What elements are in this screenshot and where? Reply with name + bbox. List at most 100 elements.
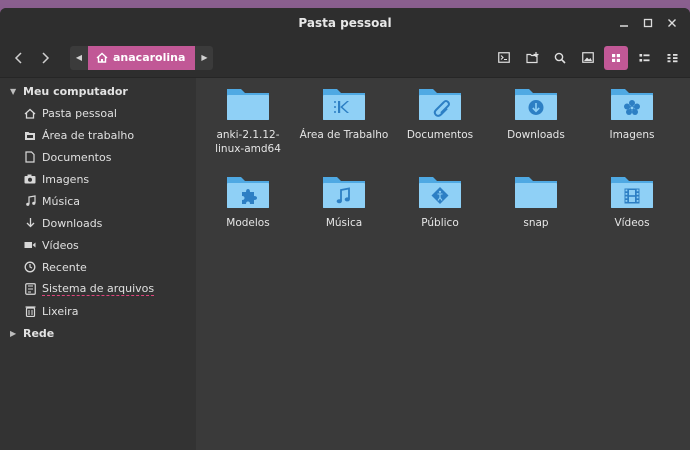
breadcrumb-label: anacarolina (113, 51, 186, 64)
window-controls (614, 8, 682, 38)
sidebar-item-label: Pasta pessoal (42, 106, 117, 120)
folder-item[interactable]: Imagens (584, 78, 680, 166)
back-button[interactable] (6, 45, 32, 71)
folder-templates-icon (227, 177, 269, 208)
toolbar: ◀ anacarolina ▶ (0, 38, 690, 78)
sidebar-item-label: Documentos (42, 150, 112, 164)
forward-button[interactable] (32, 45, 58, 71)
breadcrumb: ◀ anacarolina ▶ (70, 45, 214, 70)
folder-videos-icon (611, 177, 653, 208)
folder-name: snap (523, 217, 549, 229)
terminal-button[interactable] (492, 46, 516, 70)
download-icon (24, 217, 36, 229)
sidebar-item-label: Recente (42, 260, 87, 274)
caret-down-icon: ▼ (10, 86, 17, 96)
sidebar-item-videos[interactable]: Vídeos (0, 234, 196, 256)
sidebar-section-label: Meu computador (23, 84, 128, 98)
window-title: Pasta pessoal (298, 16, 392, 30)
video-icon (24, 239, 36, 251)
sidebar-item-desktop[interactable]: Área de trabalho (0, 124, 196, 146)
breadcrumb-scroll-right[interactable]: ▶ (195, 45, 214, 70)
folder-icon (515, 177, 557, 208)
folder-name: Vídeos (614, 217, 650, 229)
camera-icon (24, 173, 36, 185)
compact-view-button[interactable] (632, 46, 656, 70)
sidebar-item-downloads[interactable]: Downloads (0, 212, 196, 234)
folder-pictures-icon (611, 89, 653, 120)
minimize-icon (620, 25, 628, 27)
sidebar-item-recent[interactable]: Recente (0, 256, 196, 278)
preview-button[interactable] (576, 46, 600, 70)
folder-item[interactable]: Vídeos (584, 166, 680, 254)
maximize-icon (643, 18, 653, 28)
breadcrumb-home-crumb[interactable]: anacarolina (88, 45, 196, 70)
sidebar: ▼ Meu computador Pasta pessoal Área de t… (0, 78, 196, 450)
sidebar-item-label: Área de trabalho (42, 128, 135, 142)
sidebar-section-network[interactable]: ▶ Rede (0, 322, 196, 344)
sidebar-item-home[interactable]: Pasta pessoal (0, 102, 196, 124)
file-grid-area: anki-2.1.12-linux-amd64 Área de Trabalho (196, 78, 690, 450)
folder-item[interactable]: Público (392, 166, 488, 254)
icon-view-button[interactable] (604, 45, 628, 70)
document-icon (24, 151, 36, 163)
sidebar-item-label: Downloads (42, 216, 103, 230)
sidebar-item-music[interactable]: Música (0, 190, 196, 212)
folder-name: Downloads (507, 129, 565, 141)
folder-name: Música (325, 217, 363, 229)
trash-icon (24, 305, 36, 317)
detail-list-icon (667, 53, 677, 62)
folder-name: Área de Trabalho (299, 129, 389, 141)
clock-icon (24, 261, 36, 273)
compact-list-icon (639, 53, 649, 62)
folder-icon (227, 89, 269, 120)
chevron-right-icon (42, 51, 50, 64)
folder-item[interactable]: Downloads (488, 78, 584, 166)
sidebar-item-pictures[interactable]: Imagens (0, 168, 196, 190)
sidebar-section-label: Rede (23, 326, 55, 340)
image-icon (582, 52, 594, 63)
folder-name: Modelos (226, 217, 270, 229)
content-area: ▼ Meu computador Pasta pessoal Área de t… (0, 78, 690, 450)
sidebar-item-label: Imagens (42, 172, 90, 186)
file-grid: anki-2.1.12-linux-amd64 Área de Trabalho (200, 78, 690, 254)
minimize-button[interactable] (614, 13, 634, 33)
sidebar-item-label: Lixeira (42, 304, 79, 318)
folder-name: anki-2.1.12-linux-amd64 (215, 129, 281, 155)
breadcrumb-scroll-left[interactable]: ◀ (70, 45, 88, 70)
sidebar-item-label: Vídeos (42, 238, 79, 252)
titlebar: Pasta pessoal (0, 8, 690, 38)
sidebar-item-documents[interactable]: Documentos (0, 146, 196, 168)
list-view-button[interactable] (660, 46, 684, 70)
folder-documents-icon (419, 89, 461, 120)
new-folder-icon (525, 51, 538, 63)
toolbar-actions (492, 45, 684, 70)
sidebar-item-label: Sistema de arquivos (42, 282, 155, 296)
close-button[interactable] (662, 13, 682, 33)
folder-item[interactable]: anki-2.1.12-linux-amd64 (200, 78, 296, 166)
close-icon (668, 19, 676, 27)
terminal-icon (498, 52, 510, 63)
search-icon (554, 52, 566, 64)
folder-desktop-icon (323, 89, 365, 120)
maximize-button[interactable] (638, 13, 658, 33)
search-button[interactable] (548, 46, 572, 70)
sidebar-item-filesystem[interactable]: Sistema de arquivos (0, 278, 196, 300)
folder-music-icon (323, 177, 365, 208)
sidebar-item-label: Música (42, 194, 81, 208)
sidebar-section-computer[interactable]: ▼ Meu computador (0, 80, 196, 102)
folder-item[interactable]: Documentos (392, 78, 488, 166)
folder-name: Público (421, 217, 459, 229)
new-folder-button[interactable] (520, 46, 544, 70)
folder-item[interactable]: Música (296, 166, 392, 254)
folder-item[interactable]: snap (488, 166, 584, 254)
sidebar-item-trash[interactable]: Lixeira (0, 300, 196, 322)
folder-public-icon (419, 177, 461, 208)
music-icon (24, 195, 36, 207)
file-manager-window: Pasta pessoal ◀ anacarolina ▶ ▼ Meu comp… (0, 8, 690, 450)
chevron-left-icon (14, 51, 22, 64)
folder-item[interactable]: Modelos (200, 166, 296, 254)
icon-view-icon (612, 53, 620, 62)
folder-downloads-icon (515, 89, 557, 120)
caret-right-icon: ▶ (10, 328, 17, 338)
folder-item[interactable]: Área de Trabalho (296, 78, 392, 166)
